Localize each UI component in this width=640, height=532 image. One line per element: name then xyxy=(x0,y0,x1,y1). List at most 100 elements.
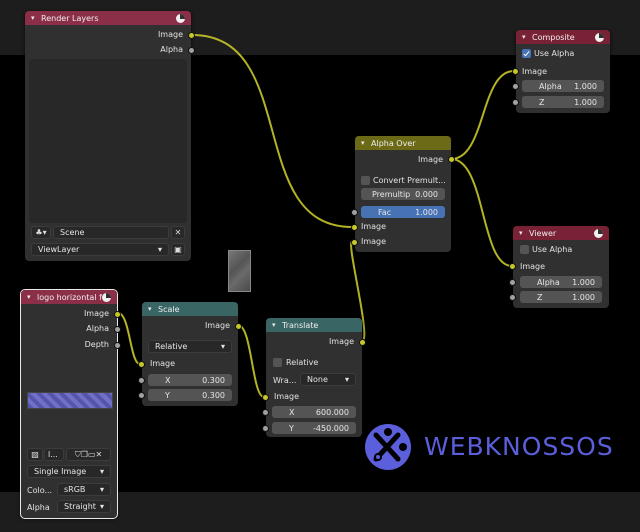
alpha-field[interactable]: Alpha 1.000 xyxy=(522,80,604,92)
wrap-label: Wra... xyxy=(273,376,297,385)
output-image-socket[interactable] xyxy=(359,339,366,346)
output-alpha-socket[interactable] xyxy=(188,47,195,54)
input-image-socket[interactable] xyxy=(262,394,269,401)
y-field[interactable]: Y -450.000 xyxy=(272,422,356,434)
z-field[interactable]: Z 1.000 xyxy=(520,291,602,303)
z-field[interactable]: Z 1.000 xyxy=(522,96,604,108)
image-name-field[interactable]: l... xyxy=(44,448,64,461)
input-x-socket[interactable] xyxy=(138,377,145,384)
colorspace-dropdown[interactable]: sRGB ▾ xyxy=(57,483,111,496)
translate-node[interactable]: ▾ Translate Image Relative Wra... None ▾ … xyxy=(262,318,366,437)
x-field[interactable]: X 600.000 xyxy=(272,406,356,418)
input-alpha-socket[interactable] xyxy=(509,279,516,286)
output-image-socket[interactable] xyxy=(114,311,121,318)
output-image-socket[interactable] xyxy=(448,156,455,163)
scene-browse-button[interactable]: ♣▾ xyxy=(31,226,51,239)
scale-node[interactable]: ▾ Scale Image Relative ▾ Image X 0.300 Y 0.… xyxy=(138,302,242,406)
alpha-over-node[interactable]: ▾ Alpha Over Image Convert Premult... Pr… xyxy=(351,136,455,252)
output-image-label: Image xyxy=(417,155,443,164)
view-layer-dropdown[interactable]: ViewLayer ▾ xyxy=(31,243,169,256)
output-image-label: Image xyxy=(328,337,354,346)
preview-area xyxy=(29,59,187,223)
chevron-down-icon: ▾ xyxy=(344,375,349,384)
node-title: Composite xyxy=(532,32,575,42)
output-image-socket[interactable] xyxy=(188,32,195,39)
output-image-label: Image xyxy=(83,309,109,318)
node-header[interactable]: ▾ Alpha Over xyxy=(355,136,451,150)
chevron-down-icon[interactable]: ▾ xyxy=(361,139,371,147)
fac-field[interactable]: Fac 1.000 xyxy=(361,206,445,218)
folder-icon: ▭ xyxy=(87,450,96,459)
chevron-down-icon[interactable]: ▾ xyxy=(522,33,532,41)
render-icon[interactable] xyxy=(594,228,603,238)
node-title: Scale xyxy=(158,304,180,314)
input-image1-label: Image xyxy=(361,222,387,231)
input-image-socket[interactable] xyxy=(512,68,519,75)
input-image1-socket[interactable] xyxy=(351,224,358,231)
image-tools-button[interactable]: ⛉ ❐ ▭ ✕ xyxy=(66,448,111,461)
node-header[interactable]: ▾ logo horizontal f... xyxy=(21,290,117,304)
input-y-socket[interactable] xyxy=(262,425,269,432)
node-title: Alpha Over xyxy=(371,138,416,148)
source-dropdown[interactable]: Single Image ▾ xyxy=(27,465,111,478)
use-alpha-checkbox[interactable] xyxy=(522,49,531,58)
input-image-label: Image xyxy=(274,392,300,401)
input-y-socket[interactable] xyxy=(138,392,145,399)
alpha-field[interactable]: Alpha 1.000 xyxy=(520,276,602,288)
composite-node[interactable]: ▾ Composite Use Alpha Image Alpha 1.000 Z… xyxy=(512,30,610,113)
node-header[interactable]: ▾ Viewer xyxy=(513,226,609,240)
input-image-socket[interactable] xyxy=(138,361,145,368)
node-header[interactable]: ▾ Composite xyxy=(516,30,610,44)
input-z-socket[interactable] xyxy=(512,99,519,106)
viewer-node[interactable]: ▾ Viewer Use Alpha Image Alpha 1.000 Z 1.0… xyxy=(509,226,609,308)
chevron-down-icon[interactable]: ▾ xyxy=(27,293,37,301)
node-header[interactable]: ▾ Translate xyxy=(266,318,362,332)
chevron-down-icon[interactable]: ▾ xyxy=(519,229,529,237)
input-fac-socket[interactable] xyxy=(351,209,358,216)
render-icon[interactable] xyxy=(176,13,185,23)
render-icon[interactable] xyxy=(595,32,604,42)
chevron-down-icon[interactable]: ▾ xyxy=(148,305,158,313)
output-alpha-socket[interactable] xyxy=(114,326,121,333)
camera-icon: ▣ xyxy=(174,245,182,254)
chevron-down-icon[interactable]: ▾ xyxy=(272,321,282,329)
image-preview xyxy=(27,392,113,409)
image-browse-button[interactable]: ▨ xyxy=(27,448,43,461)
render-view-layer-button[interactable]: ▣ xyxy=(171,243,185,256)
x-field[interactable]: X 0.300 xyxy=(148,374,232,386)
colorspace-label: Colo... xyxy=(27,486,53,495)
node-header[interactable]: ▾ Render Layers xyxy=(25,11,191,25)
output-image-label: Image xyxy=(157,30,183,39)
node-header[interactable]: ▾ Scale xyxy=(142,302,238,316)
input-image-label: Image xyxy=(150,359,176,368)
premultiply-field[interactable]: Premultip 0.000 xyxy=(361,188,445,200)
space-dropdown[interactable]: Relative ▾ xyxy=(148,340,232,353)
wrap-dropdown[interactable]: None ▾ xyxy=(300,373,356,386)
render-icon[interactable] xyxy=(102,292,111,302)
convert-premultiplied-checkbox[interactable] xyxy=(361,176,370,185)
chevron-down-icon: ▾ xyxy=(220,342,225,351)
input-z-socket[interactable] xyxy=(509,294,516,301)
use-alpha-checkbox[interactable] xyxy=(520,245,529,254)
output-depth-socket[interactable] xyxy=(114,342,121,349)
output-depth-label: Depth xyxy=(84,340,109,349)
input-image2-socket[interactable] xyxy=(351,239,358,246)
input-alpha-socket[interactable] xyxy=(512,83,519,90)
relative-label: Relative xyxy=(286,358,319,367)
scene-icon: ♣▾ xyxy=(35,228,47,237)
alpha-mode-dropdown[interactable]: Straight ▾ xyxy=(57,500,111,513)
render-layers-node[interactable]: ▾ Render Layers Image Alpha ♣▾ Scene ✕ V… xyxy=(25,11,195,261)
output-image-socket[interactable] xyxy=(235,323,242,330)
scene-field[interactable]: Scene xyxy=(53,226,169,239)
clear-scene-button[interactable]: ✕ xyxy=(171,226,185,239)
use-alpha-label: Use Alpha xyxy=(532,245,573,254)
chevron-down-icon: ▾ xyxy=(99,485,104,494)
node-title: Translate xyxy=(282,320,319,330)
chevron-down-icon[interactable]: ▾ xyxy=(31,14,41,22)
output-alpha-label: Alpha xyxy=(160,45,183,54)
relative-checkbox[interactable] xyxy=(273,358,282,367)
y-field[interactable]: Y 0.300 xyxy=(148,389,232,401)
input-image-socket[interactable] xyxy=(509,263,516,270)
image-node[interactable]: ▾ logo horizontal f... Image Alpha Depth… xyxy=(20,289,121,519)
input-x-socket[interactable] xyxy=(262,409,269,416)
